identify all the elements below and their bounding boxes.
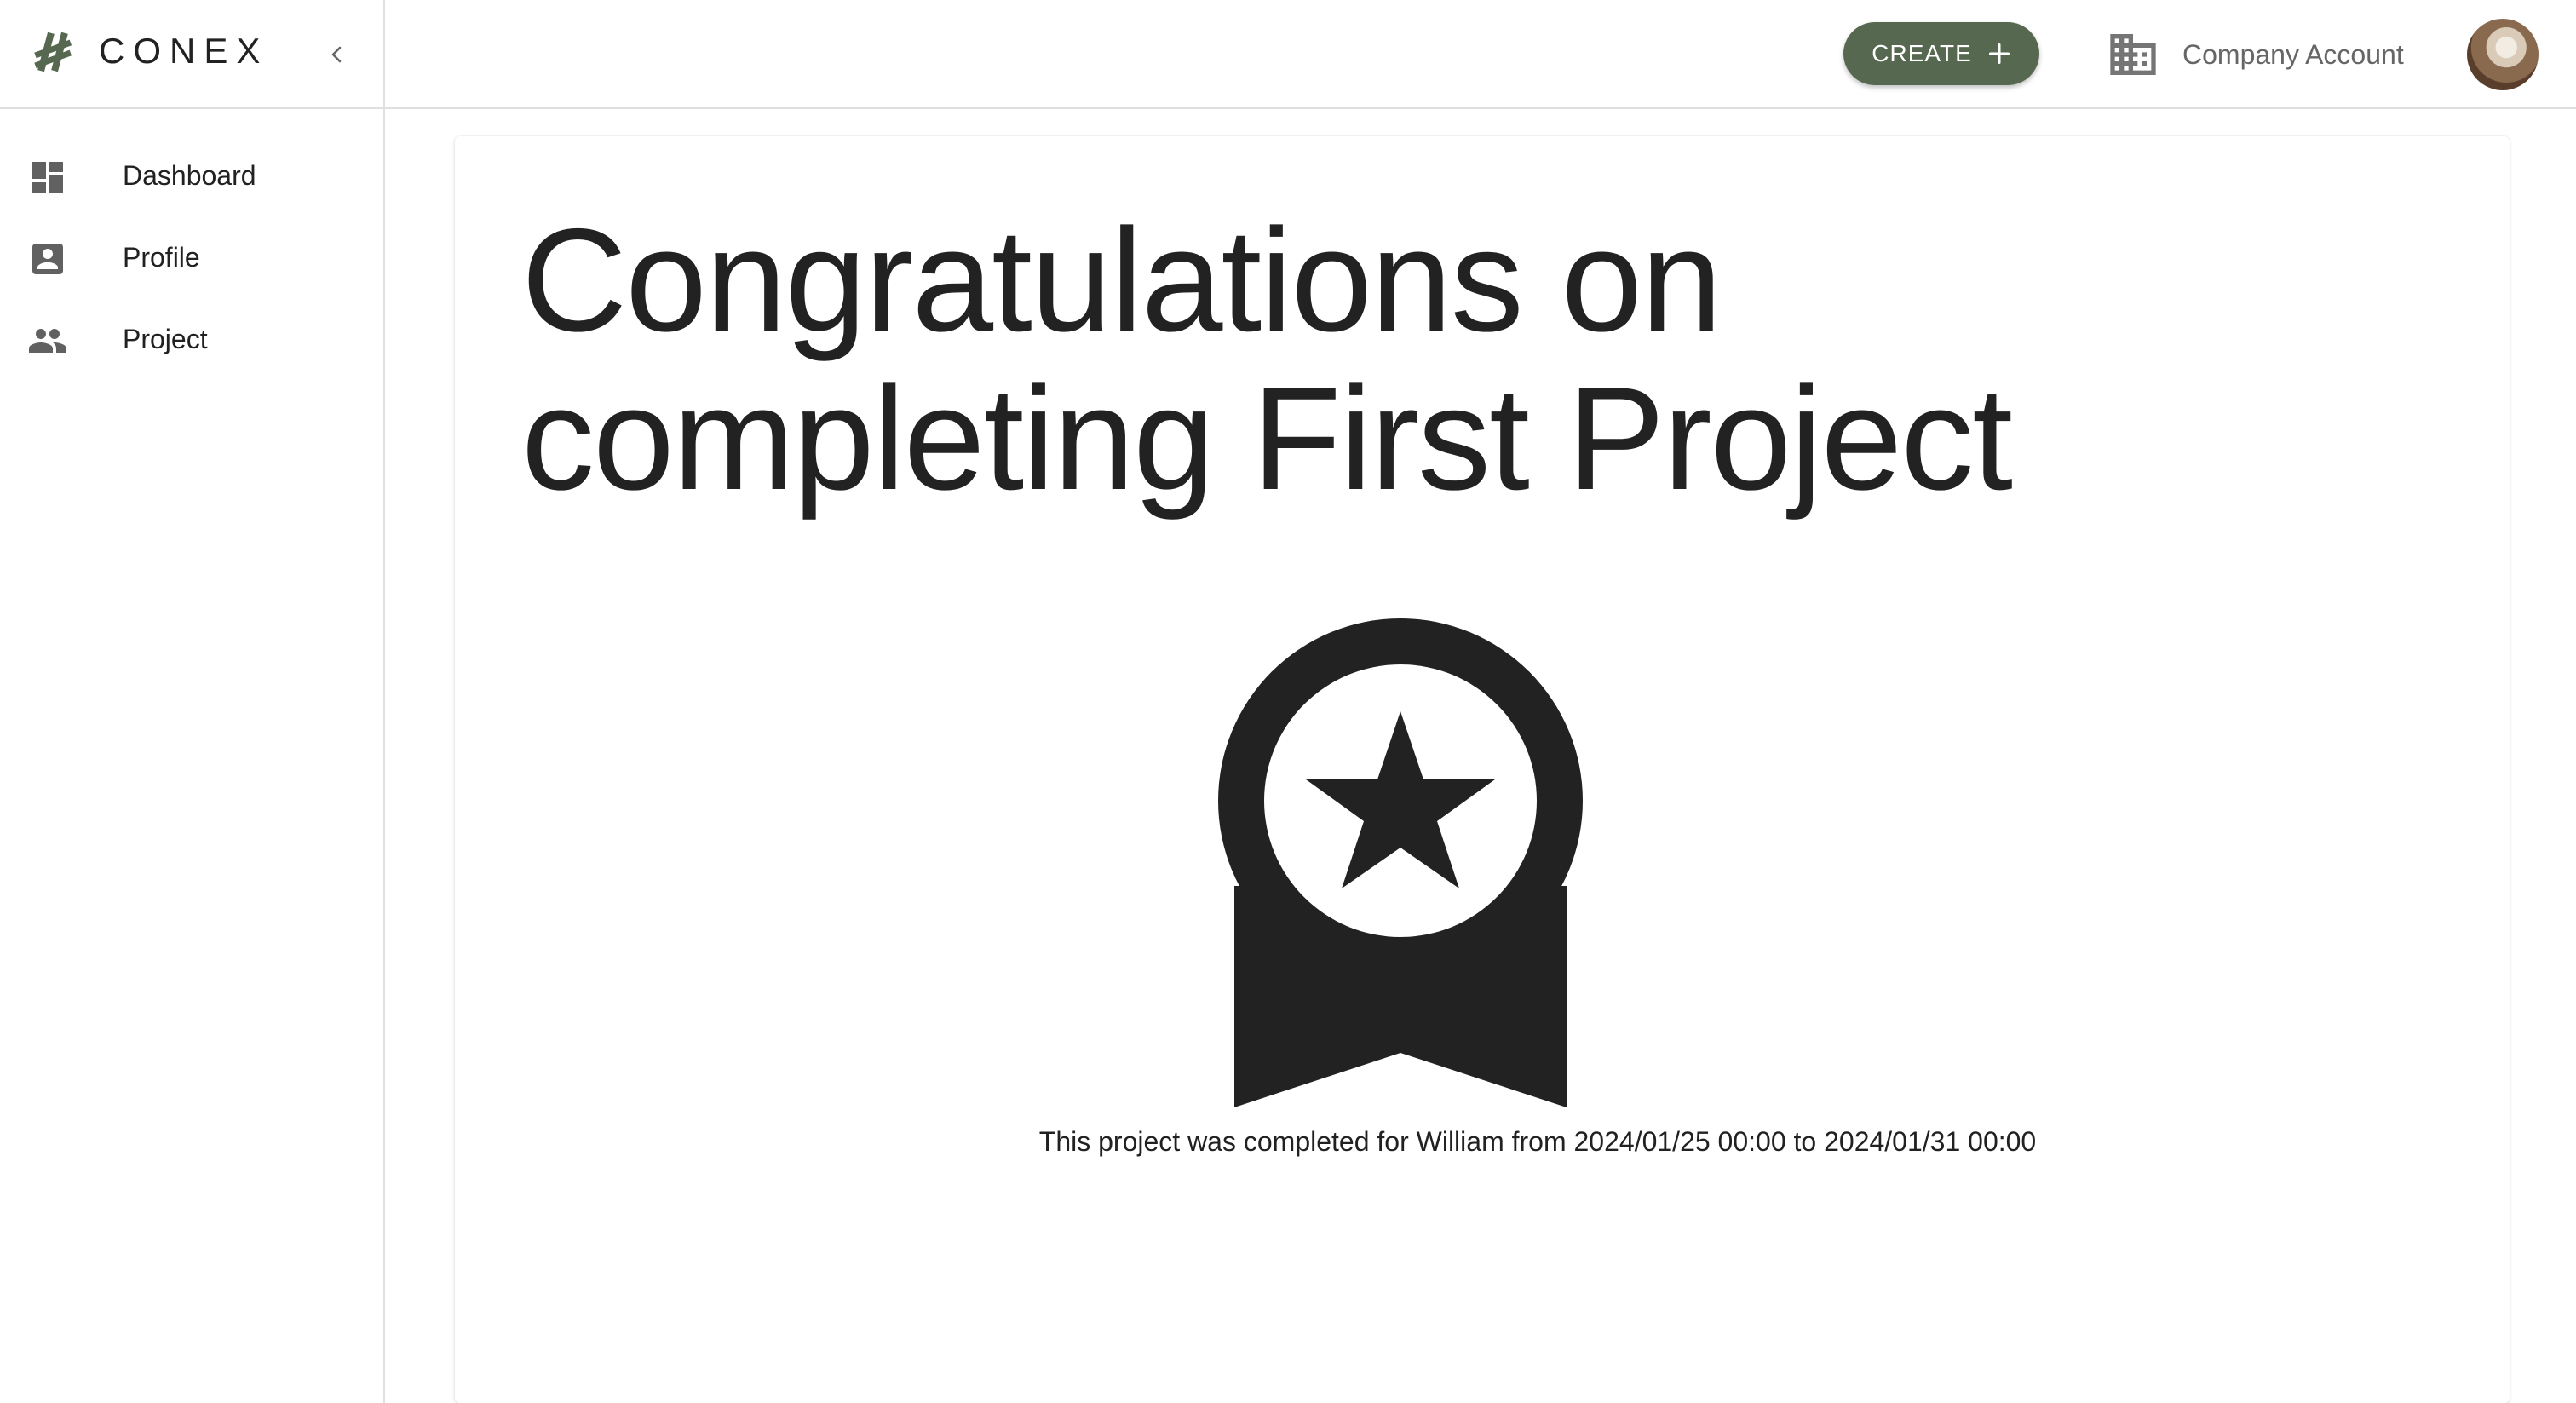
people-icon	[29, 329, 66, 353]
page-title: Congratulations on completing First Proj…	[521, 198, 2013, 520]
completion-text: This project was completed for William f…	[1038, 1126, 2037, 1157]
user-avatar[interactable]	[2467, 19, 2539, 90]
building-icon	[2110, 34, 2156, 75]
award-ribbon-star-icon	[1218, 618, 1583, 1107]
conex-logo-icon	[34, 32, 72, 72]
brand-name: CONEX	[99, 31, 269, 71]
top-bar: CREATE Company Account	[385, 0, 2576, 109]
company-account-label: Company Account	[2182, 38, 2404, 70]
sidebar-item-dashboard[interactable]: Dashboard	[0, 136, 383, 218]
app-root: CONEX Dashboard Profile Project CREATE C…	[0, 0, 2576, 1403]
create-button-label: CREATE	[1872, 40, 1972, 66]
sidebar-item-profile[interactable]: Profile	[0, 218, 383, 300]
sidebar-item-project[interactable]: Project	[0, 300, 383, 382]
create-button[interactable]: CREATE	[1843, 22, 2039, 85]
sidebar: CONEX Dashboard Profile Project	[0, 0, 385, 1403]
sidebar-item-label: Profile	[123, 242, 200, 273]
plus-icon	[1988, 43, 2010, 65]
account-box-icon	[32, 244, 63, 274]
brand-header: CONEX	[0, 0, 385, 109]
sidebar-item-label: Dashboard	[123, 160, 256, 191]
sidebar-nav: Dashboard Profile Project	[0, 136, 383, 382]
sidebar-item-label: Project	[123, 324, 208, 354]
chevron-left-icon	[331, 46, 342, 63]
completion-card: Congratulations on completing First Proj…	[455, 136, 2510, 1403]
collapse-sidebar-button[interactable]	[317, 34, 358, 75]
company-account-button[interactable]: Company Account	[2106, 27, 2404, 82]
dashboard-icon	[32, 162, 63, 193]
